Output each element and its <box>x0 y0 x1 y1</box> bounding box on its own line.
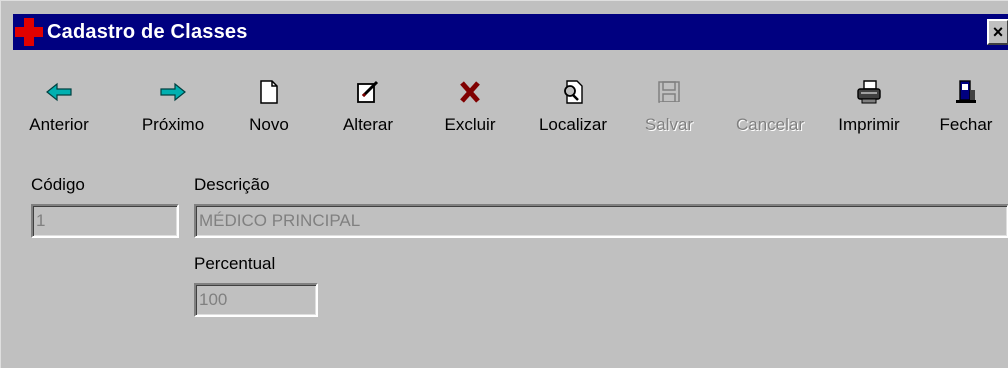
excluir-label: Excluir <box>444 115 496 134</box>
printer-icon <box>854 77 884 107</box>
proximo-label: Próximo <box>141 115 205 134</box>
exit-door-icon <box>951 77 981 107</box>
descricao-label: Descrição <box>194 175 270 194</box>
edit-icon <box>353 77 383 107</box>
alterar-button[interactable]: Alterar <box>318 77 418 147</box>
toolbar: Anterior Próximo Novo Alterar Excluir Lo… <box>13 63 1008 158</box>
arrow-left-icon <box>44 77 74 107</box>
descricao-input[interactable]: MÉDICO PRINCIPAL <box>194 204 1008 238</box>
save-disk-icon <box>654 77 684 107</box>
salvar-label: Salvar <box>644 115 694 134</box>
title-bar[interactable]: Cadastro de Classes × <box>13 14 1008 50</box>
percentual-input[interactable]: 100 <box>194 283 318 317</box>
proximo-button[interactable]: Próximo <box>123 77 223 147</box>
arrow-right-icon <box>158 77 188 107</box>
new-document-icon <box>254 77 284 107</box>
close-button[interactable]: × <box>987 19 1008 45</box>
anterior-label: Anterior <box>29 115 89 134</box>
salvar-button[interactable]: Salvar <box>619 77 719 147</box>
imprimir-button[interactable]: Imprimir <box>819 77 919 147</box>
cancel-icon <box>755 77 785 107</box>
localizar-label: Localizar <box>538 115 608 134</box>
excluir-button[interactable]: Excluir <box>420 77 520 147</box>
find-document-icon <box>558 77 588 107</box>
imprimir-label: Imprimir <box>838 115 900 134</box>
fechar-button[interactable]: Fechar <box>916 77 1008 147</box>
window-title: Cadastro de Classes <box>47 20 248 43</box>
alterar-label: Alterar <box>342 115 394 134</box>
codigo-label: Código <box>31 175 85 194</box>
localizar-button[interactable]: Localizar <box>523 77 623 147</box>
fechar-label: Fechar <box>939 115 993 134</box>
delete-x-icon <box>455 77 485 107</box>
red-cross-app-icon <box>15 18 43 46</box>
codigo-input[interactable]: 1 <box>31 204 179 238</box>
novo-label: Novo <box>249 115 289 134</box>
cadastro-window: Cadastro de Classes × Anterior Próximo N… <box>0 0 1008 368</box>
percentual-label: Percentual <box>194 254 276 273</box>
cancelar-label: Cancelar <box>735 115 805 134</box>
cancelar-button[interactable]: Cancelar <box>720 77 820 147</box>
novo-button[interactable]: Novo <box>219 77 319 147</box>
anterior-button[interactable]: Anterior <box>9 77 109 147</box>
